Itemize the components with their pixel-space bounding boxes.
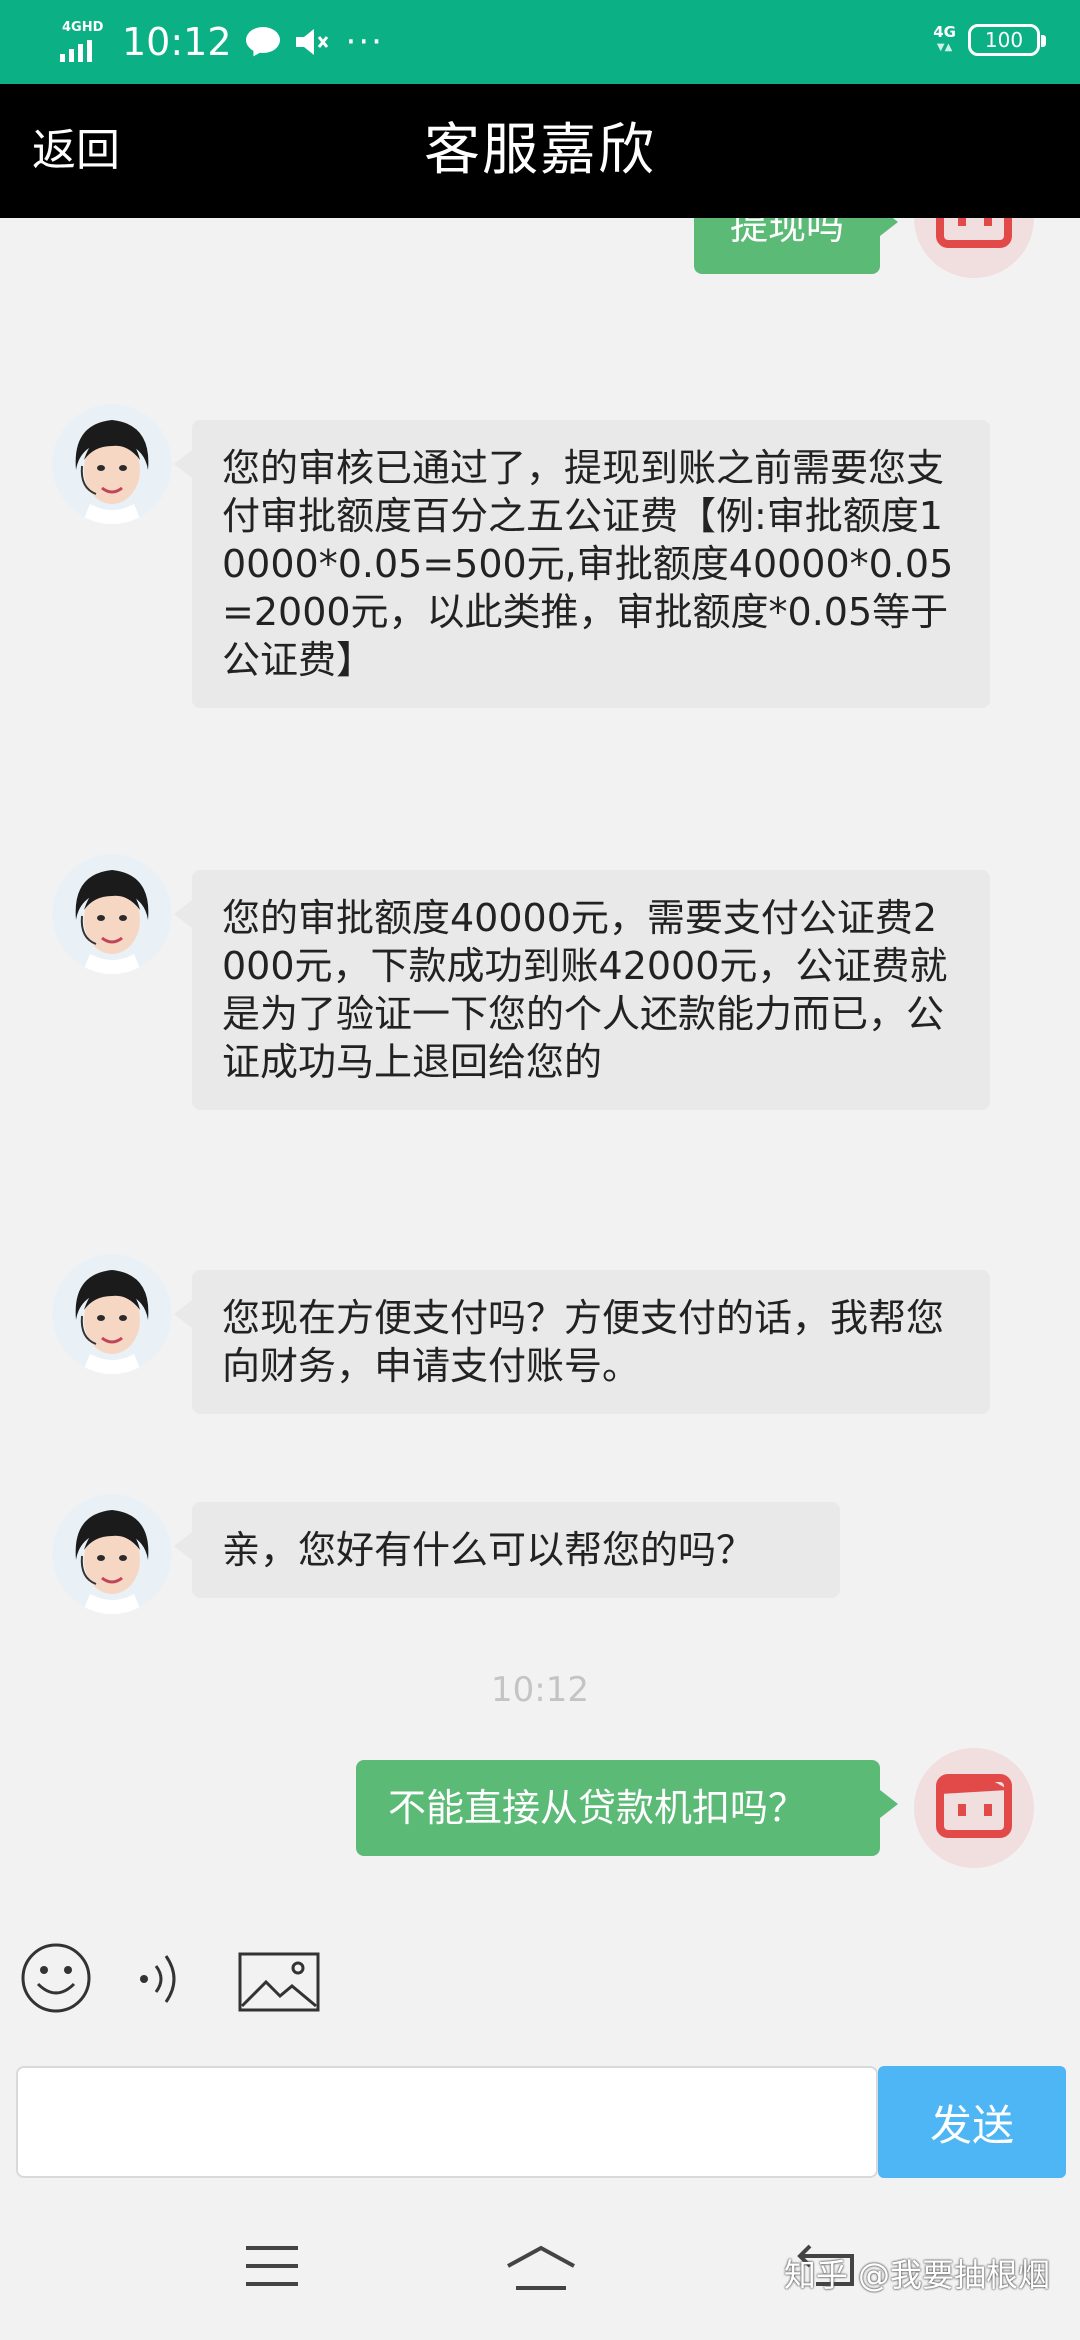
chat-area[interactable]: 提现吗 您的审核已通过了，提现到账之前需要您支付审批额度百分之五公证费【例:审批…: [0, 218, 1080, 1940]
user-avatar[interactable]: [914, 218, 1034, 278]
agent-avatar-icon: [52, 404, 172, 524]
network-4g-icon: 4G ▼▲: [933, 23, 956, 53]
user-avatar-icon: [936, 218, 1012, 248]
menu-icon[interactable]: [244, 2244, 300, 2288]
battery-icon: 100: [968, 24, 1046, 56]
image-icon[interactable]: [238, 1952, 320, 2012]
battery-level: 100: [984, 28, 1024, 52]
incoming-message[interactable]: 您的审核已通过了，提现到账之前需要您支付审批额度百分之五公证费【例:审批额度10…: [174, 420, 990, 708]
incoming-message[interactable]: 您的审批额度40000元，需要支付公证费2000元，下款成功到账42000元，公…: [174, 870, 990, 1110]
send-button[interactable]: 发送: [878, 2066, 1066, 2178]
message-text: 亲，您好有什么可以帮您的吗？: [222, 1528, 755, 1572]
message-input[interactable]: [16, 2066, 878, 2178]
network-type: 4GHD: [62, 20, 104, 35]
home-icon[interactable]: [504, 2244, 578, 2294]
input-toolbar: [0, 1940, 1080, 2060]
message-text: 提现吗: [729, 218, 844, 248]
user-avatar[interactable]: [914, 1748, 1034, 1868]
voice-icon[interactable]: [134, 1944, 194, 2014]
agent-avatar[interactable]: [52, 404, 172, 524]
smiley-icon[interactable]: [18, 1940, 94, 2016]
agent-avatar[interactable]: [52, 1254, 172, 1374]
agent-avatar-icon: [52, 1254, 172, 1374]
agent-avatar-icon: [52, 854, 172, 974]
input-bar: 发送: [16, 2066, 1066, 2178]
outgoing-message[interactable]: 提现吗: [694, 218, 898, 274]
outgoing-message[interactable]: 不能直接从贷款机扣吗？: [356, 1760, 898, 1856]
mute-icon: [295, 29, 328, 55]
message-text: 您现在方便支付吗？方便支付的话，我帮您向财务，申请支付账号。: [222, 1296, 945, 1388]
chat-header: 返回 客服嘉欣: [0, 84, 1080, 218]
incoming-message[interactable]: 亲，您好有什么可以帮您的吗？: [174, 1502, 840, 1598]
message-text: 不能直接从贷款机扣吗？: [388, 1786, 807, 1830]
user-avatar-icon: [936, 1774, 1012, 1838]
agent-avatar[interactable]: [52, 854, 172, 974]
agent-avatar[interactable]: [52, 1494, 172, 1614]
message-text: 您的审核已通过了，提现到账之前需要您支付审批额度百分之五公证费【例:审批额度10…: [222, 446, 954, 682]
incoming-message[interactable]: 您现在方便支付吗？方便支付的话，我帮您向财务，申请支付账号。: [174, 1270, 990, 1414]
status-bar: 4GHD 10:12 ··· 4G ▼▲ 100: [0, 0, 1080, 84]
message-text: 您的审批额度40000元，需要支付公证费2000元，下款成功到账42000元，公…: [222, 896, 948, 1084]
signal-icon: 4GHD: [58, 20, 108, 64]
more-notifications-icon: ···: [345, 22, 384, 62]
message-notification-icon: [245, 27, 280, 57]
chat-title: 客服嘉欣: [424, 118, 656, 183]
watermark: 知乎 @我要抽根烟: [783, 2256, 1050, 2294]
agent-avatar-icon: [52, 1494, 172, 1614]
status-time: 10:12: [122, 20, 232, 64]
message-timestamp: 10:12: [491, 1670, 589, 1710]
